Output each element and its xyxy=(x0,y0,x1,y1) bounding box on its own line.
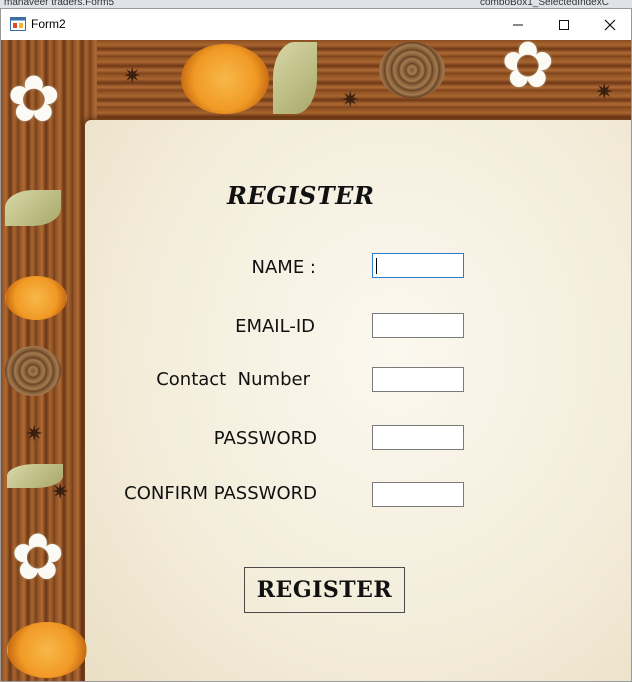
star-anise-decoration: ✷ xyxy=(25,422,44,447)
app-form-icon xyxy=(10,17,26,31)
close-button[interactable] xyxy=(587,9,631,40)
pine-cone-decoration xyxy=(5,346,61,396)
password-input[interactable] xyxy=(372,425,464,450)
email-input[interactable] xyxy=(372,313,464,338)
orange-slice-decoration xyxy=(7,622,87,678)
register-heading: REGISTER xyxy=(227,181,375,210)
star-anise-decoration: ✷ xyxy=(341,88,360,113)
close-icon xyxy=(604,19,616,30)
orange-slice-decoration xyxy=(181,44,269,114)
confirm-password-input[interactable] xyxy=(372,482,464,507)
flower-decoration: ✿ xyxy=(501,40,555,103)
background-window-text-right: comboBox1_SelectedIndexC xyxy=(480,0,609,8)
background-window-strip: mahaveer traders.Form5 comboBox1_Selecte… xyxy=(0,0,632,8)
window-title: Form2 xyxy=(31,17,66,31)
minimize-icon xyxy=(513,24,523,25)
password-label: PASSWORD xyxy=(213,428,317,449)
maximize-button[interactable] xyxy=(541,9,587,40)
form-client-area: ✿ ✿ ✷ ✷ ✷ ✷ ✷ ✿ REGISTER NAME : EMAIL-ID… xyxy=(1,40,631,681)
bay-leaf-decoration xyxy=(5,190,61,226)
contact-number-label: Contact Number xyxy=(156,369,310,390)
maximize-icon xyxy=(559,19,569,30)
email-label: EMAIL-ID xyxy=(235,316,315,337)
title-bar[interactable]: Form2 xyxy=(1,9,631,40)
star-anise-decoration: ✷ xyxy=(51,480,70,505)
flower-decoration: ✿ xyxy=(11,521,65,595)
star-anise-decoration: ✷ xyxy=(123,64,142,89)
background-window-text-left: mahaveer traders.Form5 xyxy=(4,0,115,8)
flower-decoration: ✿ xyxy=(7,63,61,137)
bay-leaf-decoration xyxy=(273,42,317,114)
name-label: NAME : xyxy=(251,257,316,278)
name-input[interactable] xyxy=(372,253,464,278)
pine-cone-decoration xyxy=(379,42,445,98)
orange-slice-decoration xyxy=(5,276,67,320)
confirm-password-label: CONFIRM PASSWORD xyxy=(124,483,317,504)
register-button[interactable]: REGISTER xyxy=(244,567,405,613)
text-caret xyxy=(376,258,377,274)
minimize-button[interactable] xyxy=(495,9,541,40)
star-anise-decoration: ✷ xyxy=(595,80,614,105)
contact-number-input[interactable] xyxy=(372,367,464,392)
form2-window: Form2 ✿ ✿ ✷ ✷ ✷ ✷ ✷ ✿ REGISTER NAME: EM… xyxy=(0,8,632,682)
